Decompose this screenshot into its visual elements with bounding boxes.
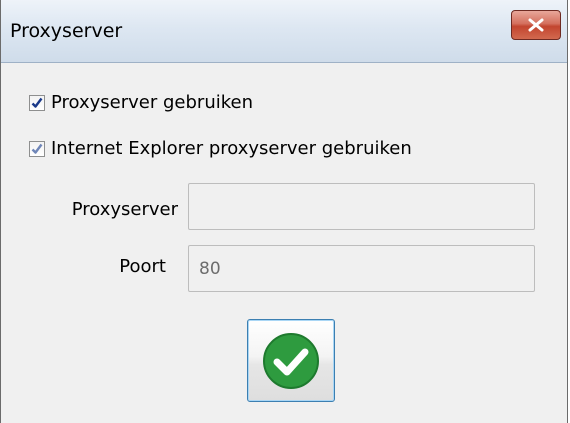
ok-button[interactable] [247,319,335,402]
port-label: Poort [119,256,166,277]
proxyserver-input[interactable] [188,183,535,230]
window-title: Proxyserver [10,20,123,42]
close-button[interactable] [511,10,561,40]
proxyserver-label: Proxyserver [71,199,178,220]
proxyserver-dialog: Proxyserver Proxyserver gebruiken Intern… [0,0,568,423]
check-icon [31,97,43,108]
checkmark-icon [263,332,319,389]
port-input[interactable] [188,245,535,292]
use-ie-proxy-checkbox[interactable] [29,140,45,157]
check-icon [31,143,43,154]
dialog-content: Proxyserver gebruiken Internet Explorer … [1,63,567,423]
close-icon [528,18,544,32]
use-proxy-checkbox[interactable] [29,94,45,111]
use-proxy-label: Proxyserver gebruiken [51,92,254,113]
title-bar[interactable]: Proxyserver [1,0,567,63]
use-ie-proxy-option[interactable]: Internet Explorer proxyserver gebruiken [29,138,412,159]
use-ie-proxy-label: Internet Explorer proxyserver gebruiken [51,138,412,159]
use-proxy-option[interactable]: Proxyserver gebruiken [29,92,253,113]
